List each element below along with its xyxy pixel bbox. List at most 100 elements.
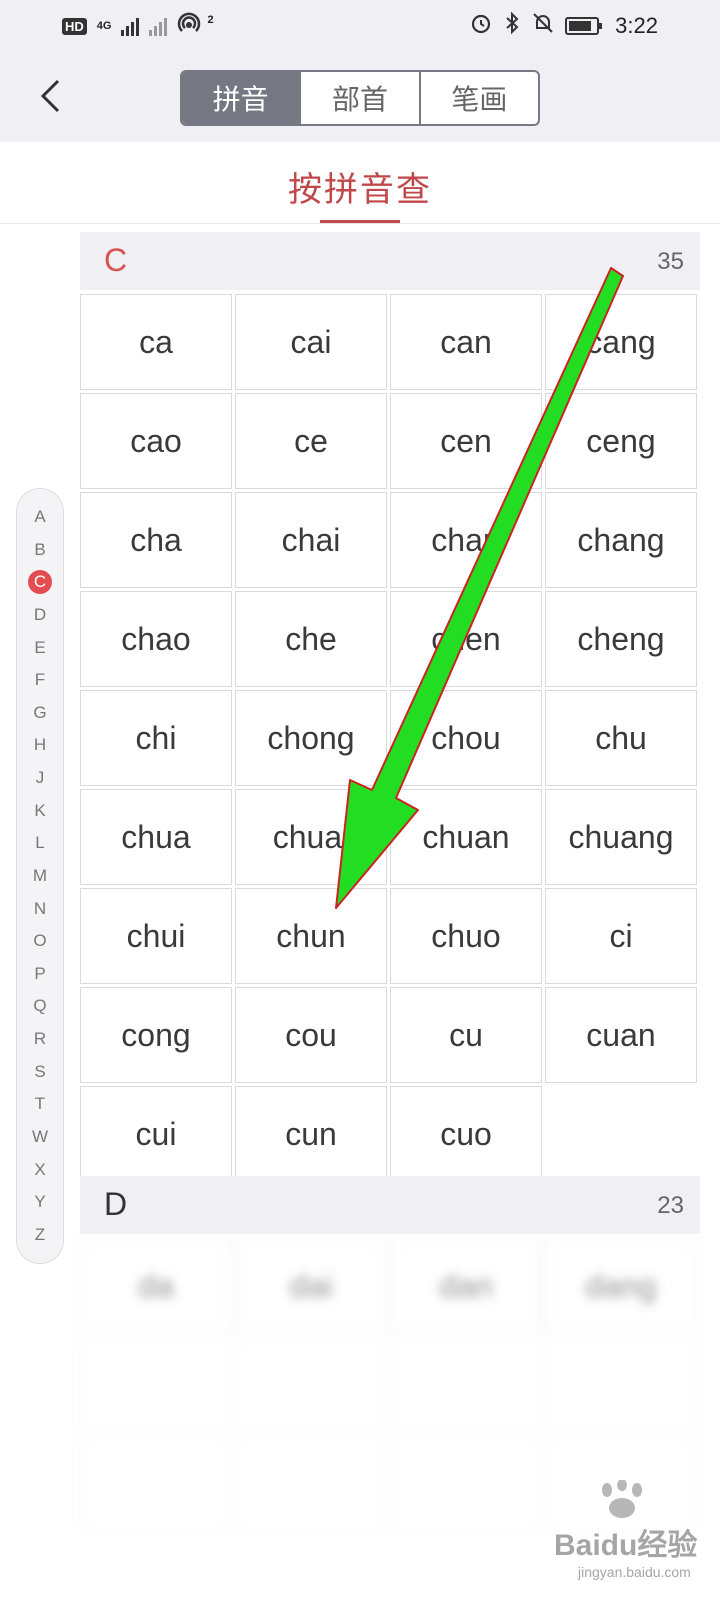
section-count: 23 (657, 1192, 684, 1219)
index-letter-m[interactable]: M (28, 864, 52, 888)
index-letter-z[interactable]: Z (28, 1223, 52, 1247)
index-letter-h[interactable]: H (28, 733, 52, 757)
blurred-cell (80, 1436, 232, 1532)
tab-pinyin[interactable]: 拼音 (182, 72, 302, 124)
hd-badge: HD (62, 17, 87, 35)
pinyin-cell[interactable]: chang (545, 492, 697, 588)
pinyin-cell[interactable]: cong (80, 987, 232, 1083)
index-letter-o[interactable]: O (28, 929, 52, 953)
pinyin-cell[interactable]: chui (80, 888, 232, 984)
blurred-cell (545, 1337, 697, 1433)
pinyin-cell[interactable]: cu (390, 987, 542, 1083)
pinyin-cell[interactable]: cui (80, 1086, 232, 1182)
pinyin-cell[interactable]: da (80, 1238, 232, 1334)
index-letter-q[interactable]: Q (28, 994, 52, 1018)
mute-bell-icon (531, 11, 555, 41)
index-letter-k[interactable]: K (28, 799, 52, 823)
section-header-d: D 23 (80, 1176, 700, 1234)
pinyin-cell[interactable]: chu (545, 690, 697, 786)
pinyin-cell[interactable]: cha (80, 492, 232, 588)
watermark-url: jingyan.baidu.com (578, 1564, 691, 1580)
index-letter-e[interactable]: E (28, 636, 52, 660)
pinyin-cell[interactable]: chuai (235, 789, 387, 885)
pinyin-cell[interactable]: ca (80, 294, 232, 390)
baidu-watermark: Baidu经验 jingyan.baidu.com (548, 1480, 708, 1590)
index-letter-a[interactable]: A (28, 505, 52, 529)
tab-stroke[interactable]: 笔画 (421, 72, 538, 124)
network-type: 4G (96, 20, 112, 32)
pinyin-cell[interactable]: chai (235, 492, 387, 588)
pinyin-cell[interactable]: chuang (545, 789, 697, 885)
index-letter-s[interactable]: S (28, 1060, 52, 1084)
index-letter-n[interactable]: N (28, 897, 52, 921)
hotspot-count: 2 (207, 14, 214, 26)
index-letter-r[interactable]: R (28, 1027, 52, 1051)
pinyin-cell[interactable]: chuo (390, 888, 542, 984)
pinyin-cell[interactable]: cao (80, 393, 232, 489)
pinyin-cell[interactable]: chen (390, 591, 542, 687)
pinyin-grid-c: ca cai can cang cao ce cen ceng cha chai chan chang… (80, 294, 700, 1182)
subtitle-underline (320, 220, 400, 223)
status-left: HD 4G 2 (62, 11, 214, 41)
section-letter: D (104, 1186, 128, 1222)
pinyin-cell[interactable]: cheng (545, 591, 697, 687)
pinyin-cell[interactable]: chun (235, 888, 387, 984)
index-letter-l[interactable]: L (28, 831, 52, 855)
blurred-cell (235, 1436, 387, 1532)
index-letter-g[interactable]: G (28, 701, 52, 725)
pinyin-cell[interactable]: dang (545, 1238, 697, 1334)
pinyin-cell[interactable]: chao (80, 591, 232, 687)
pinyin-cell[interactable]: cou (235, 987, 387, 1083)
index-letter-y[interactable]: Y (28, 1190, 52, 1214)
pinyin-cell[interactable]: dai (235, 1238, 387, 1334)
index-letter-d[interactable]: D (28, 603, 52, 627)
pinyin-cell[interactable]: che (235, 591, 387, 687)
pinyin-cell[interactable]: chua (80, 789, 232, 885)
bluetooth-icon (503, 11, 521, 41)
back-button[interactable] (30, 76, 70, 116)
nav-bar: 拼音 部首 笔画 (0, 52, 720, 142)
status-time: 3:22 (615, 13, 658, 38)
index-letter-j[interactable]: J (28, 766, 52, 790)
blurred-cell (80, 1337, 232, 1433)
blurred-cell (390, 1337, 542, 1433)
signal-icon (121, 16, 140, 36)
chevron-left-icon (40, 79, 60, 113)
pinyin-grid-d: da dai dan dang (80, 1238, 700, 1334)
pinyin-cell[interactable]: chuan (390, 789, 542, 885)
pinyin-cell[interactable]: ci (545, 888, 697, 984)
pinyin-cell[interactable]: cang (545, 294, 697, 390)
pinyin-cell[interactable]: chong (235, 690, 387, 786)
index-letter-t[interactable]: T (28, 1092, 52, 1116)
tab-radical[interactable]: 部首 (301, 72, 421, 124)
subtitle-area: 按拼音查 (0, 142, 720, 224)
pinyin-cell[interactable]: cai (235, 294, 387, 390)
paw-logo-icon (602, 1480, 642, 1518)
pinyin-cell[interactable]: chan (390, 492, 542, 588)
alarm-icon (469, 11, 493, 41)
section-header-c: C 35 (80, 232, 700, 290)
battery-icon (565, 17, 603, 35)
index-letter-p[interactable]: P (28, 962, 52, 986)
pinyin-cell[interactable]: ce (235, 393, 387, 489)
index-letter-w[interactable]: W (28, 1125, 52, 1149)
hotspot-icon (177, 11, 207, 41)
status-bar: HD 4G 2 3:22 (0, 0, 720, 52)
pinyin-cell[interactable]: ceng (545, 393, 697, 489)
pinyin-cell[interactable]: cun (235, 1086, 387, 1182)
pinyin-cell[interactable]: chou (390, 690, 542, 786)
blurred-cell (390, 1436, 542, 1532)
page-subtitle: 按拼音查 (288, 171, 432, 209)
pinyin-cell[interactable]: cuan (545, 987, 697, 1083)
index-letter-f[interactable]: F (28, 668, 52, 692)
index-letter-x[interactable]: X (28, 1158, 52, 1182)
alphabet-index[interactable]: ABCDEFGHJKLMNOPQRSTWXYZ (16, 488, 64, 1264)
pinyin-cell[interactable]: cuo (390, 1086, 542, 1182)
signal-2-icon (149, 16, 168, 36)
index-letter-c[interactable]: C (28, 570, 52, 595)
pinyin-cell[interactable]: chi (80, 690, 232, 786)
pinyin-cell[interactable]: dan (390, 1238, 542, 1334)
pinyin-cell[interactable]: cen (390, 393, 542, 489)
pinyin-cell[interactable]: can (390, 294, 542, 390)
index-letter-b[interactable]: B (28, 538, 52, 562)
